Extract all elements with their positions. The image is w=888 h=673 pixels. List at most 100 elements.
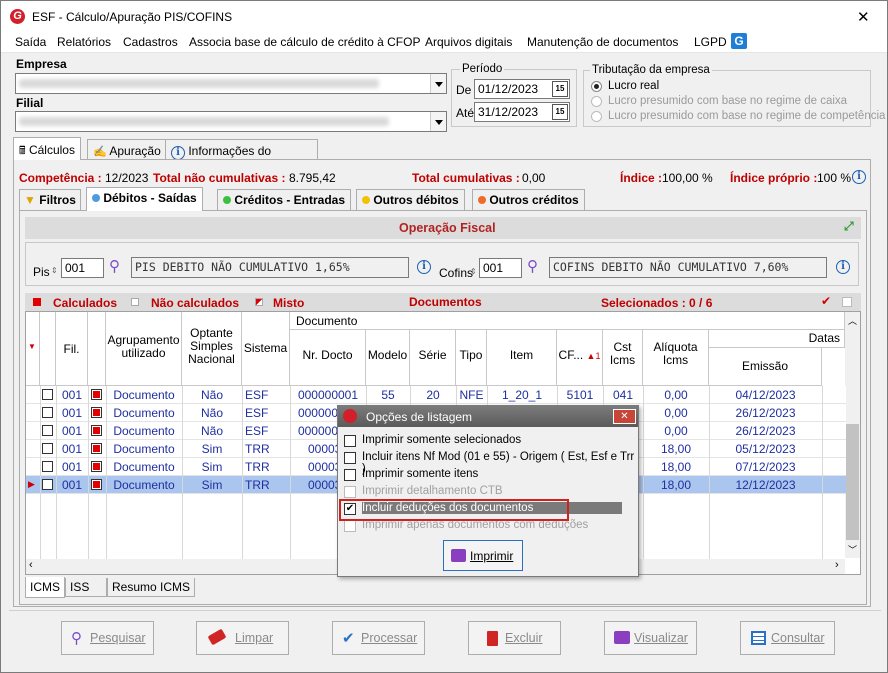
date-to-input[interactable]: 31/12/2023 15 (474, 102, 570, 122)
menu-relatorios[interactable]: Relatórios (57, 35, 111, 49)
search-icon[interactable]: ⚲ (527, 257, 538, 275)
tab-outros-debitos[interactable]: Outros débitos (356, 189, 465, 210)
tab-resumo-icms[interactable]: Resumo ICMS (107, 578, 196, 597)
chevron-up-icon[interactable]: ︿ (848, 314, 857, 327)
row-checkbox[interactable] (42, 389, 53, 400)
col-tipo[interactable]: Tipo (456, 330, 487, 386)
filial-label: Filial (16, 96, 44, 110)
menu-cadastros[interactable]: Cadastros (123, 35, 178, 49)
limpar-button[interactable]: Limpar (196, 621, 289, 655)
option-label: Imprimir somente itens (362, 468, 479, 480)
filial-select[interactable] (15, 111, 447, 132)
cofins-code-input[interactable]: 001 (479, 258, 522, 278)
cell-agrup: Documento (113, 460, 175, 474)
column-divider (106, 386, 107, 404)
col-cst-icms[interactable]: Cst Icms (603, 330, 643, 386)
column-divider (822, 458, 823, 476)
option-checkbox[interactable] (344, 520, 356, 532)
menu-lgpd[interactable]: LGPD (694, 35, 727, 49)
uncheck-all-icon[interactable] (842, 297, 852, 307)
col-nr-docto[interactable]: Nr. Docto (290, 330, 366, 386)
info-icon[interactable]: i (852, 170, 866, 184)
col-item[interactable]: Item (487, 330, 557, 386)
col-aliquota[interactable]: Alíquota Icms (643, 330, 709, 386)
lgpd-icon[interactable]: G (731, 33, 747, 49)
col-optante[interactable]: Optante Simples Nacional (182, 312, 242, 386)
row-checkbox[interactable] (42, 443, 53, 454)
menu-saida[interactable]: Saída (15, 35, 46, 49)
calculator-icon: 🖩 (19, 145, 26, 157)
chevron-down-icon[interactable]: ﹀ (848, 543, 857, 556)
search-icon[interactable]: ⚲ (109, 257, 120, 275)
empresa-select[interactable] (15, 73, 447, 94)
search-icon: ⚲ (71, 630, 82, 647)
pesquisar-button[interactable]: ⚲ Pesquisar (61, 621, 154, 655)
col-cfop[interactable]: CF... ▲1 (557, 330, 603, 386)
menu-manutencao[interactable]: Manutenção de documentos (527, 35, 678, 49)
date-from-input[interactable]: 01/12/2023 15 (474, 79, 570, 99)
chevron-left-icon[interactable]: ‹ (29, 559, 33, 571)
column-divider (56, 440, 57, 458)
row-checkbox[interactable] (42, 479, 53, 490)
tab-icms[interactable]: ICMS (25, 577, 65, 598)
column-divider (603, 386, 604, 404)
option-checkbox[interactable] (344, 486, 356, 498)
col-sistema[interactable]: Sistema (242, 312, 290, 386)
info-icon[interactable]: i (836, 260, 850, 274)
processar-button[interactable]: ✔ Processar (332, 621, 425, 655)
col-agrupamento[interactable]: Agrupamento utilizado (106, 312, 182, 386)
chevron-right-icon[interactable]: › (835, 559, 839, 571)
tab-apuracao[interactable]: ✍ Apuração (87, 139, 167, 161)
cell-aliq: 0,00 (664, 424, 688, 438)
consultar-button[interactable]: Consultar (740, 621, 835, 655)
option-checkbox[interactable] (344, 469, 356, 481)
col-modelo[interactable]: Modelo (366, 330, 410, 386)
filter-icon: ▼ (24, 193, 36, 207)
visualizar-button[interactable]: Visualizar (604, 621, 697, 655)
tab-iss[interactable]: ISS (65, 578, 107, 597)
col-fil[interactable]: Fil. (56, 312, 88, 386)
row-checkbox[interactable] (42, 461, 53, 472)
cell-emissao: 12/12/2023 (735, 478, 796, 492)
tab-informacoes[interactable]: i Informações do sistema (165, 139, 318, 174)
check-all-icon[interactable]: ✔ (821, 294, 831, 308)
calendar-icon[interactable]: 15 (552, 81, 568, 97)
column-divider (40, 404, 41, 422)
tab-outros-creditos[interactable]: Outros créditos (472, 189, 585, 210)
col-group-documento: Documento (290, 312, 845, 330)
radio-presumido-caixa[interactable] (591, 96, 602, 107)
row-checkbox[interactable] (42, 425, 53, 436)
pis-code-input[interactable]: 001 (61, 258, 104, 278)
excluir-button[interactable]: Excluir (468, 621, 561, 655)
table-row[interactable]: 001 Documento Não ESF 000000001 55 20 NFE 1_20_1… (26, 386, 846, 404)
dialog-close-button[interactable]: ✕ (613, 409, 636, 424)
competencia-label: Competência : (19, 171, 102, 185)
chevron-down-icon[interactable] (430, 112, 446, 131)
expand-icon[interactable]: ⤢ (844, 219, 858, 233)
imprimir-button[interactable]: Imprimir (443, 540, 523, 571)
info-icon[interactable]: i (417, 260, 431, 274)
chevron-down-icon[interactable] (430, 74, 446, 93)
close-button[interactable]: ✕ (857, 8, 870, 26)
cell-agrup: Documento (113, 424, 175, 438)
scroll-thumb[interactable] (846, 424, 859, 540)
column-divider (56, 386, 57, 404)
tab-filtros[interactable]: ▼ Filtros (19, 189, 81, 210)
col-serie[interactable]: Série (410, 330, 456, 386)
tab-debitos-saidas[interactable]: Débitos - Saídas (86, 187, 203, 211)
yellow-dot-icon (362, 196, 370, 204)
blue-dot-icon (92, 194, 100, 202)
radio-presumido-competencia[interactable] (591, 111, 602, 122)
tab-creditos-entradas[interactable]: Créditos - Entradas (217, 189, 352, 210)
calendar-icon[interactable]: 15 (552, 104, 568, 120)
menu-associa[interactable]: Associa base de cálculo de crédito à CFO… (189, 35, 420, 49)
option-checkbox[interactable] (344, 452, 356, 464)
col-emissao[interactable]: Emissão (709, 348, 822, 386)
column-divider (822, 404, 823, 422)
vertical-scrollbar[interactable]: ︿ ﹀ (845, 312, 860, 558)
tab-calculos[interactable]: 🖩 Cálculos (13, 137, 81, 160)
option-checkbox[interactable] (344, 435, 356, 447)
menu-arquivos[interactable]: Arquivos digitais (425, 35, 512, 49)
radio-lucro-real[interactable] (591, 81, 602, 92)
row-checkbox[interactable] (42, 407, 53, 418)
